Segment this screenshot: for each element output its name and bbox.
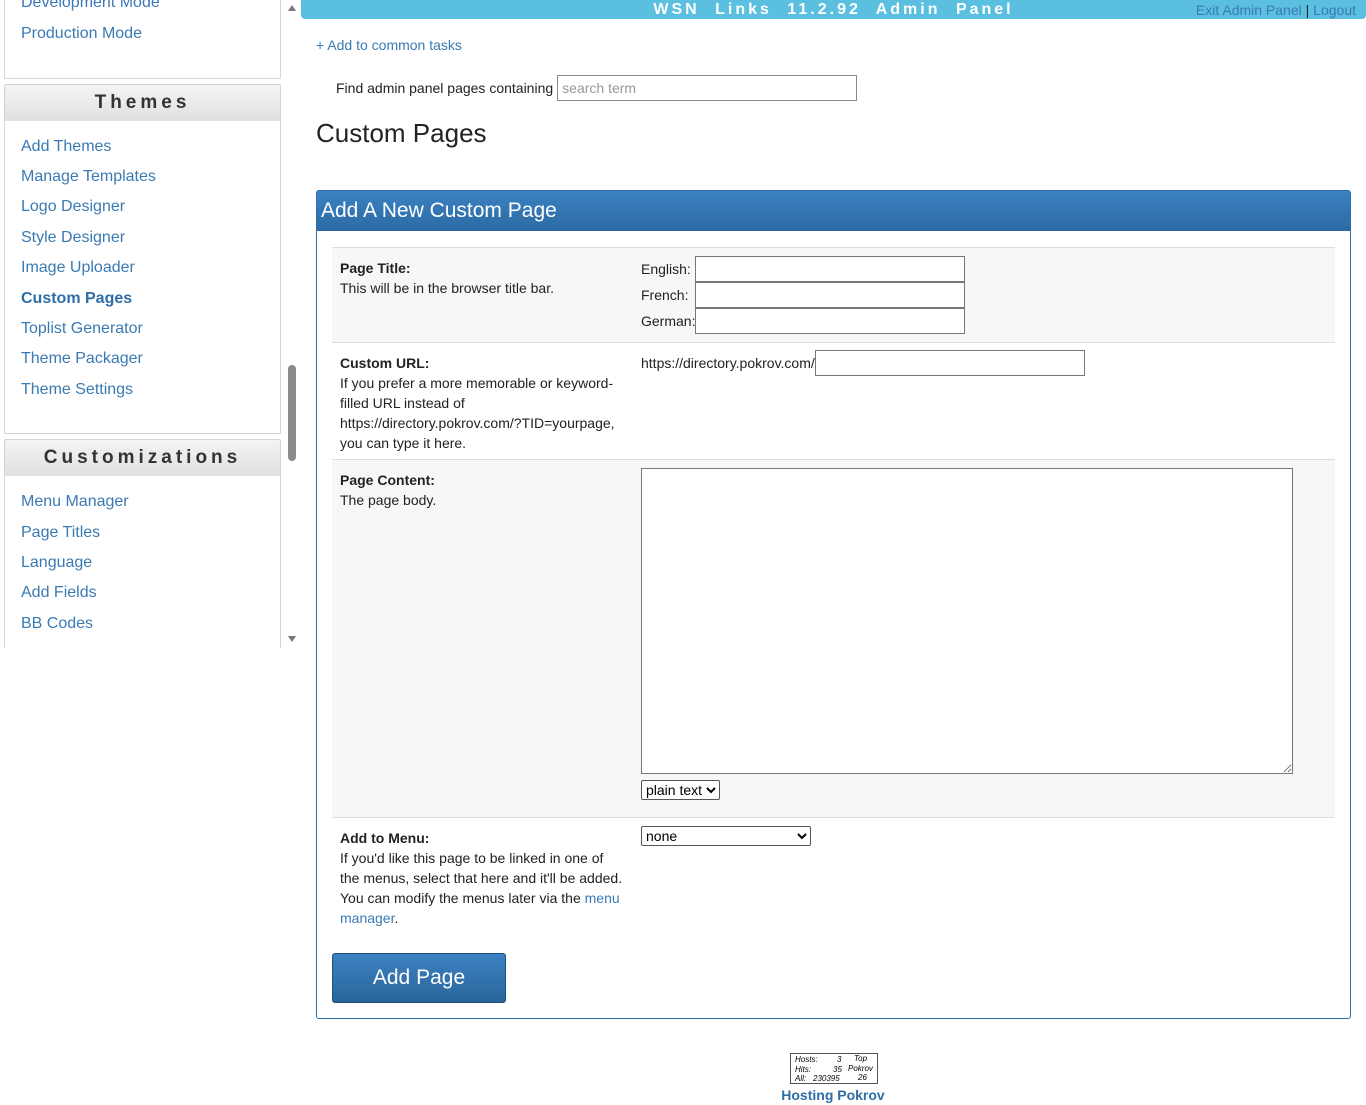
menu-select[interactable]: none — [641, 826, 811, 846]
page-title-row: Page Title: This will be in the browser … — [332, 247, 1335, 342]
sidebar-item-custom-pages[interactable]: Custom Pages — [21, 290, 132, 308]
lang-line-english: English: — [641, 256, 965, 282]
sidebar-item-language[interactable]: Language — [21, 554, 92, 572]
page-content-row: Page Content: The page body. plain text — [332, 459, 1335, 817]
add-to-menu-label: Add to Menu: If you'd like this page to … — [340, 828, 625, 928]
hosting-pokrov-link[interactable]: Hosting Pokrov — [0, 1087, 1366, 1103]
search-label: Find admin panel pages containing — [336, 80, 554, 96]
lang-label-french: French: — [641, 287, 689, 303]
page-title-label: Page Title: This will be in the browser … — [340, 258, 625, 298]
add-to-menu-field-label: Add to Menu: — [340, 830, 430, 846]
lang-line-german: German: — [641, 308, 965, 334]
page-title-description: This will be in the browser title bar. — [340, 280, 554, 296]
search-input[interactable] — [557, 75, 858, 101]
counter-hosts-value: 3 — [837, 1055, 842, 1064]
sidebar-scrollbar[interactable] — [285, 0, 300, 648]
scroll-down-arrow-icon[interactable] — [288, 636, 296, 642]
admin-search: Find admin panel pages containing — [336, 75, 858, 101]
add-to-menu-description: If you'd like this page to be linked in … — [340, 850, 623, 906]
sidebar-item-development-mode[interactable]: Development Mode — [21, 0, 160, 12]
content-format-select[interactable]: plain text — [641, 780, 720, 800]
page-title: Custom Pages — [316, 118, 487, 148]
sidebar-item-style-designer[interactable]: Style Designer — [21, 229, 125, 247]
sidebar-item-page-titles[interactable]: Page Titles — [21, 524, 100, 542]
add-page-button[interactable]: Add Page — [332, 953, 506, 1003]
hosting-link-text[interactable]: Hosting Pokrov — [781, 1087, 884, 1103]
custom-url-label: Custom URL: If you prefer a more memorab… — [340, 353, 625, 453]
lang-label-english: English: — [641, 261, 691, 277]
counter-all-value: 230395 — [813, 1074, 840, 1083]
scroll-up-arrow-icon[interactable] — [288, 5, 296, 11]
page-title-english-input[interactable] — [695, 256, 965, 282]
page-title-french-input[interactable] — [695, 282, 965, 308]
sidebar-item-theme-settings[interactable]: Theme Settings — [21, 381, 133, 399]
custom-url-description: If you prefer a more memorable or keywor… — [340, 375, 615, 451]
counter-rank: 26 — [858, 1073, 867, 1082]
custom-url-row: Custom URL: If you prefer a more memorab… — [332, 342, 1335, 459]
exit-admin-panel-link[interactable]: Exit Admin Panel — [1196, 2, 1302, 18]
page-content-description: The page body. — [340, 492, 437, 508]
page-content-label: Page Content: The page body. — [340, 470, 625, 510]
sidebar-item-logo-designer[interactable]: Logo Designer — [21, 198, 125, 216]
counter-hits-value: 35 — [833, 1065, 842, 1074]
counter-all-label: All: — [795, 1074, 807, 1083]
add-to-menu-trailing: . — [394, 910, 399, 926]
sidebar-header-themes[interactable]: Themes — [4, 84, 281, 122]
sidebar: Development Mode Production Mode Themes … — [0, 0, 300, 648]
sidebar-item-production-mode[interactable]: Production Mode — [21, 25, 142, 43]
sidebar-item-image-uploader[interactable]: Image Uploader — [21, 259, 135, 277]
custom-url-control: https://directory.pokrov.com/ — [641, 350, 1085, 376]
custom-url-input[interactable] — [814, 350, 1085, 376]
custom-url-prefix: https://directory.pokrov.com/ — [641, 355, 815, 371]
sidebar-item-add-themes[interactable]: Add Themes — [21, 138, 111, 156]
logout-link[interactable]: Logout — [1313, 2, 1356, 18]
sidebar-item-bb-codes[interactable]: BB Codes — [21, 615, 93, 633]
page-content-control: plain text — [641, 468, 1293, 800]
counter-top-label: Top — [854, 1054, 868, 1063]
sidebar-item-toplist-generator[interactable]: Toplist Generator — [21, 320, 143, 338]
panel-header: Add A New Custom Page — [317, 191, 1350, 231]
page-title-german-input[interactable] — [695, 308, 965, 334]
add-to-menu-row: Add to Menu: If you'd like this page to … — [332, 817, 1335, 935]
topbar-links: Exit Admin Panel | Logout — [1196, 2, 1356, 18]
sidebar-item-add-fields[interactable]: Add Fields — [21, 584, 97, 602]
topbar-separator: | — [1305, 2, 1310, 18]
counter-hits-label: Hits: — [795, 1065, 811, 1074]
add-custom-page-panel: Add A New Custom Page Page Title: This w… — [316, 190, 1351, 1019]
custom-url-field-label: Custom URL: — [340, 355, 430, 371]
counter-brand: Pokrov — [848, 1064, 873, 1073]
lang-label-german: German: — [641, 313, 696, 329]
lang-line-french: French: — [641, 282, 965, 308]
sidebar-header-customizations[interactable]: Customizations — [4, 439, 281, 477]
page-title-inputs: English: French: German: — [641, 256, 965, 334]
sidebar-item-manage-templates[interactable]: Manage Templates — [21, 168, 156, 186]
scrollbar-thumb[interactable] — [288, 365, 296, 461]
page-content-textarea[interactable] — [641, 468, 1293, 774]
sidebar-item-menu-manager[interactable]: Menu Manager — [21, 493, 129, 511]
counter-hosts-label: Hosts: — [795, 1055, 818, 1064]
admin-topbar: WSN Links 11.2.92 Admin Panel Exit Admin… — [301, 0, 1366, 19]
hit-counter-badge[interactable]: Hosts: 3 Hits: 35 All: 230395 Top Pokrov… — [790, 1053, 878, 1084]
add-to-common-tasks-link[interactable]: + Add to common tasks — [316, 37, 462, 53]
page-content-field-label: Page Content: — [340, 472, 435, 488]
add-to-menu-control: none — [641, 826, 811, 846]
page-title-field-label: Page Title: — [340, 260, 411, 276]
sidebar-item-theme-packager[interactable]: Theme Packager — [21, 350, 143, 368]
